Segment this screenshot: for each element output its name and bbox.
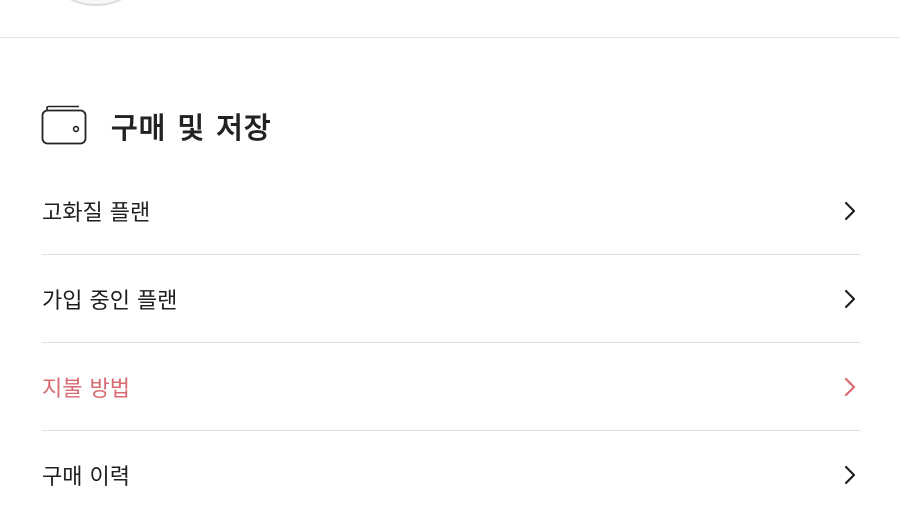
chevron-right-icon <box>843 464 857 486</box>
menu-item-subscribed-plan[interactable]: 가입 중인 플랜 <box>42 255 860 343</box>
avatar[interactable] <box>54 0 138 6</box>
menu-item-hd-plan[interactable]: 고화질 플랜 <box>42 167 860 255</box>
chevron-right-icon <box>843 376 857 398</box>
menu-item-payment-method[interactable]: 지불 방법 <box>42 343 860 431</box>
menu-item-label: 지불 방법 <box>42 376 130 402</box>
menu-item-label: 고화질 플랜 <box>42 200 151 226</box>
menu-item-label: 가입 중인 플랜 <box>42 288 178 314</box>
wallet-icon <box>41 105 87 147</box>
section-title: 구매 및 저장 <box>111 111 272 145</box>
menu-item-purchase-history[interactable]: 구매 이력 <box>42 431 860 519</box>
chevron-right-icon <box>843 288 857 310</box>
chevron-right-icon <box>843 200 857 222</box>
top-header-area <box>0 0 900 38</box>
menu-item-label: 구매 이력 <box>42 465 130 490</box>
section-header: 구매 및 저장 <box>41 104 272 148</box>
purchase-menu: 고화질 플랜 가입 중인 플랜 지불 방법 구매 이력 <box>42 167 860 519</box>
